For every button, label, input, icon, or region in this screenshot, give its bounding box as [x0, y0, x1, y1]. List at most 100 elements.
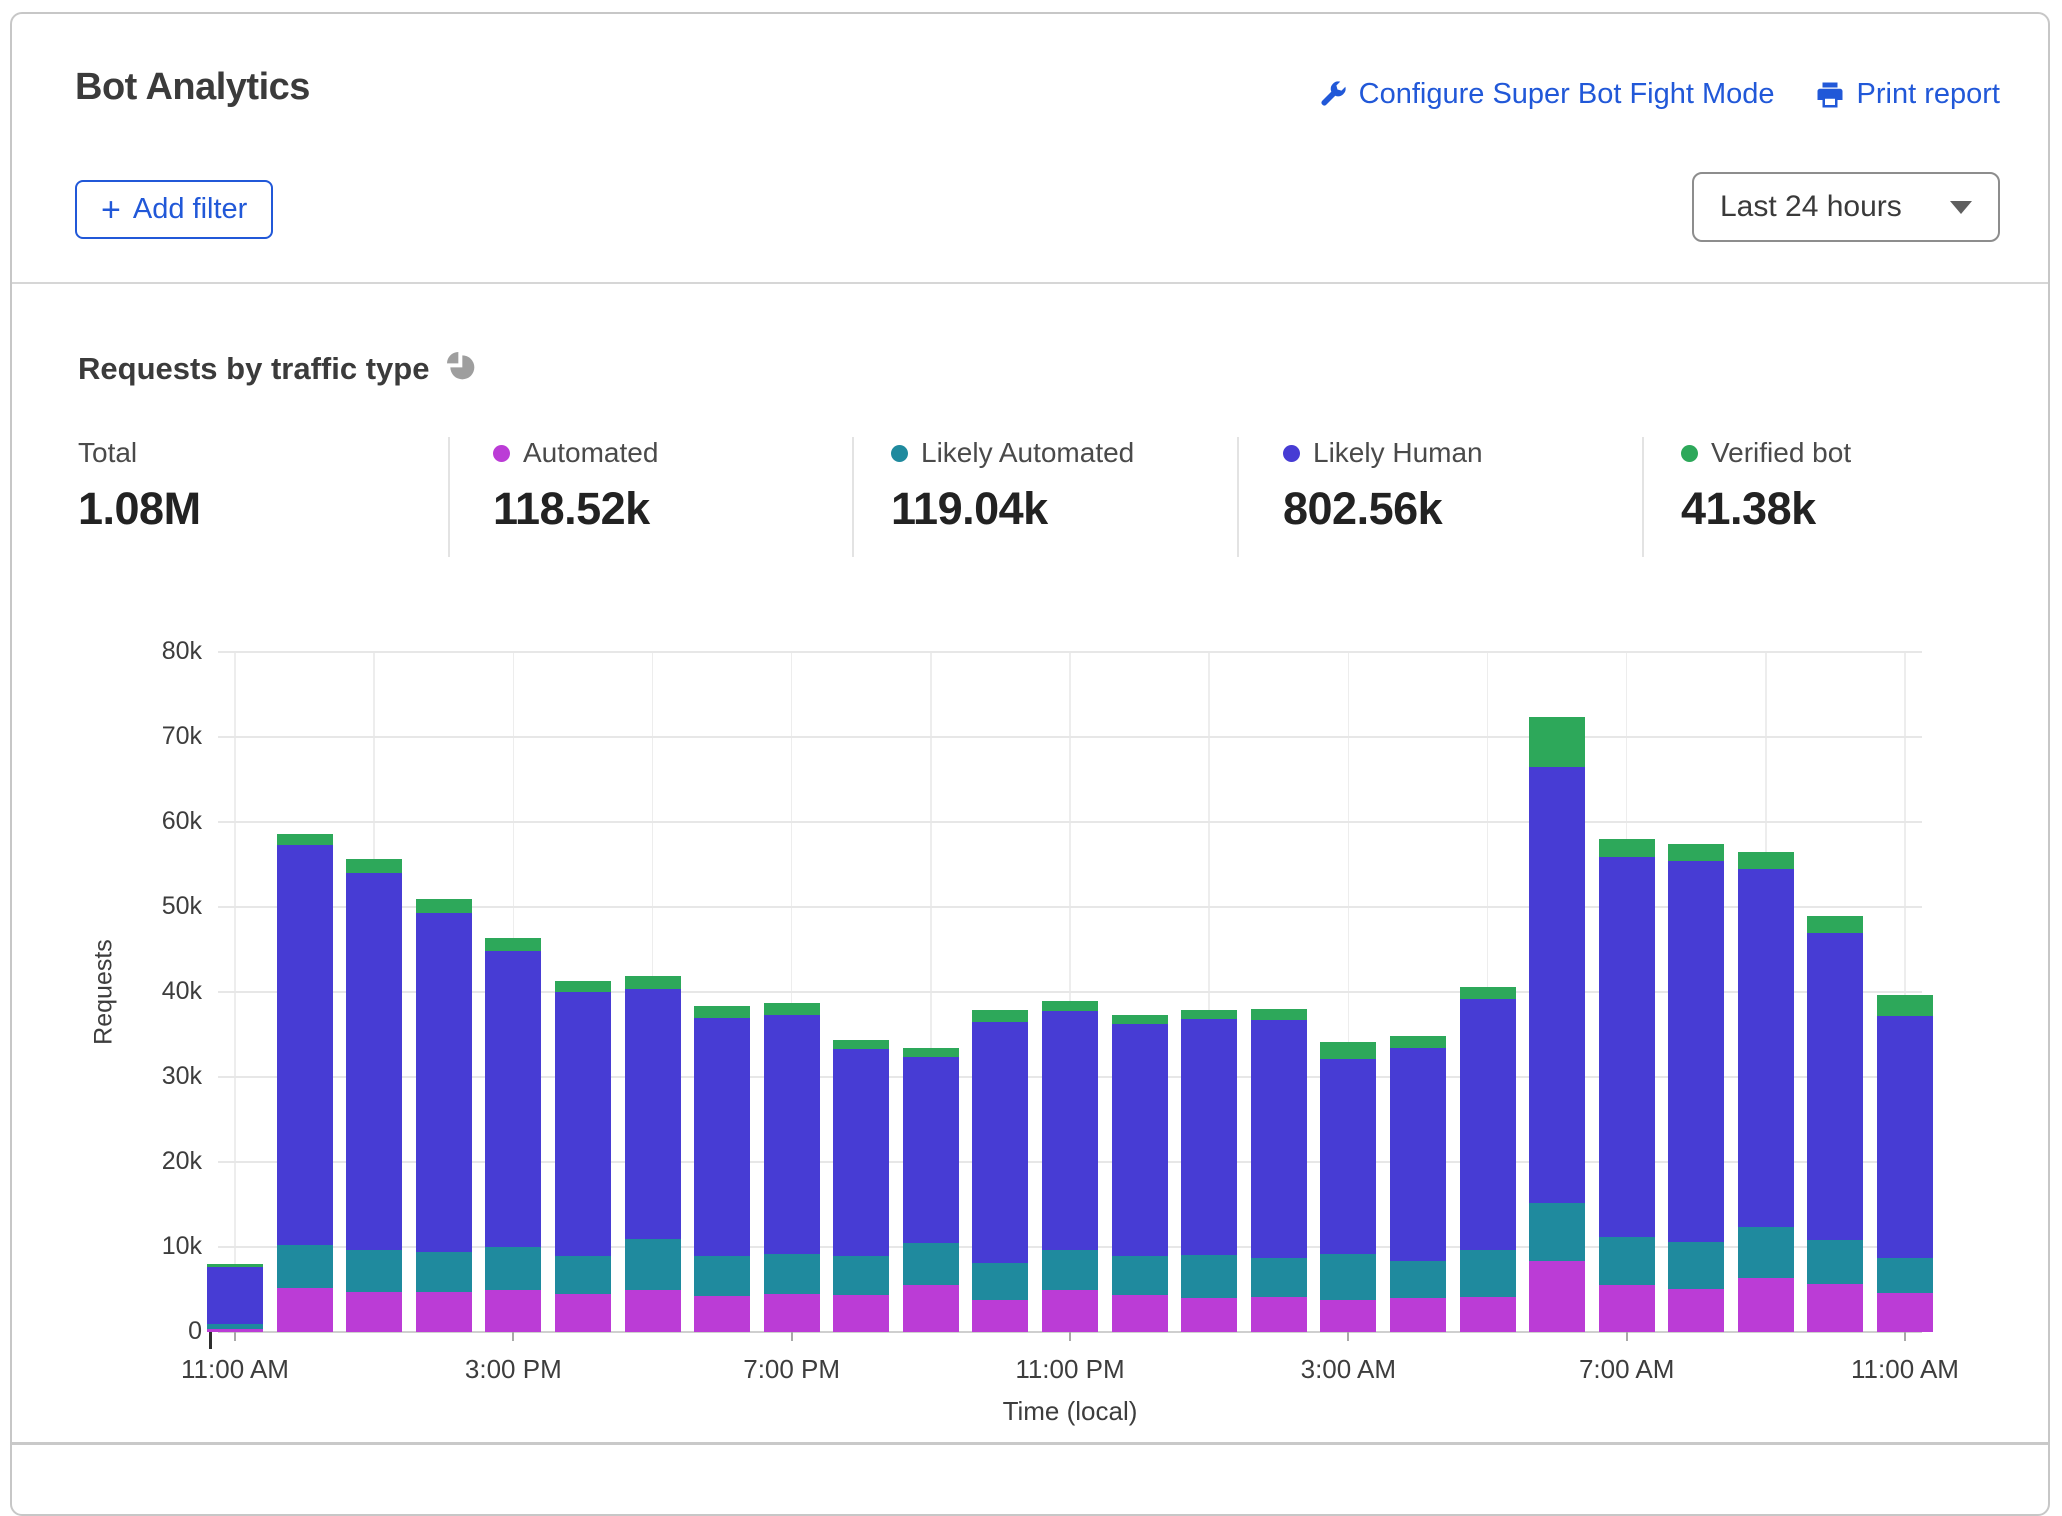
bar-segment-automated[interactable] — [415, 1292, 472, 1332]
bar-segment-likely-human[interactable] — [276, 844, 333, 1246]
bar-segment-automated[interactable] — [554, 1293, 611, 1332]
bar-segment-automated[interactable] — [1668, 1288, 1725, 1332]
bar-segment-verified-bot[interactable] — [763, 1003, 820, 1015]
bar-segment-verified-bot[interactable] — [1668, 844, 1725, 862]
bar-segment-verified-bot[interactable] — [1181, 1009, 1238, 1020]
bar-segment-automated[interactable] — [1320, 1299, 1377, 1332]
bar-segment-verified-bot[interactable] — [1877, 995, 1933, 1016]
bar-segment-verified-bot[interactable] — [1807, 915, 1864, 934]
bar-segment-likely-human[interactable] — [1181, 1019, 1238, 1255]
bar-segment-likely-automated[interactable] — [1181, 1254, 1238, 1298]
bar-segment-likely-automated[interactable] — [207, 1323, 263, 1329]
bar-segment-likely-automated[interactable] — [1389, 1261, 1446, 1298]
bar-segment-likely-automated[interactable] — [1250, 1258, 1307, 1298]
bar-segment-automated[interactable] — [1389, 1298, 1446, 1332]
bar-segment-likely-human[interactable] — [1459, 998, 1516, 1251]
bar-segment-likely-automated[interactable] — [972, 1263, 1029, 1300]
bar-segment-verified-bot[interactable] — [1250, 1009, 1307, 1021]
bar-segment-likely-human[interactable] — [1042, 1010, 1098, 1251]
stat-total[interactable]: Total 1.08M — [78, 437, 201, 535]
bar-segment-automated[interactable] — [276, 1287, 333, 1332]
bar-segment-likely-human[interactable] — [1737, 868, 1794, 1228]
bar-segment-likely-human[interactable] — [833, 1048, 890, 1256]
bar-segment-automated[interactable] — [1529, 1260, 1586, 1332]
bar-segment-likely-automated[interactable] — [1737, 1227, 1794, 1279]
bar-segment-automated[interactable] — [1737, 1278, 1794, 1332]
bar-segment-likely-human[interactable] — [972, 1021, 1029, 1264]
bar-segment-likely-automated[interactable] — [1111, 1256, 1168, 1295]
bar-segment-likely-human[interactable] — [763, 1014, 820, 1254]
bar-segment-verified-bot[interactable] — [1598, 839, 1655, 857]
bar-segment-likely-automated[interactable] — [346, 1249, 403, 1293]
bar-segment-automated[interactable] — [624, 1289, 681, 1332]
bar-segment-likely-automated[interactable] — [1320, 1253, 1377, 1300]
bar-segment-likely-human[interactable] — [485, 951, 542, 1247]
stat-likely-human[interactable]: Likely Human 802.56k — [1283, 437, 1483, 535]
bar-segment-automated[interactable] — [902, 1285, 959, 1332]
bar-segment-verified-bot[interactable] — [207, 1264, 263, 1267]
bar-segment-likely-human[interactable] — [1529, 766, 1586, 1203]
bar-segment-likely-human[interactable] — [1807, 933, 1864, 1241]
bar-segment-verified-bot[interactable] — [972, 1009, 1029, 1022]
bar-segment-likely-human[interactable] — [1877, 1015, 1933, 1259]
bar-segment-verified-bot[interactable] — [1320, 1042, 1377, 1060]
bar-segment-automated[interactable] — [1250, 1297, 1307, 1332]
bar-segment-likely-automated[interactable] — [485, 1247, 542, 1291]
bar-segment-likely-human[interactable] — [415, 912, 472, 1253]
bar-segment-likely-automated[interactable] — [1042, 1250, 1098, 1291]
bar-segment-likely-automated[interactable] — [1807, 1240, 1864, 1284]
bar-segment-verified-bot[interactable] — [554, 980, 611, 992]
bar-segment-likely-automated[interactable] — [833, 1255, 890, 1295]
bar-segment-likely-human[interactable] — [694, 1017, 751, 1256]
bar-segment-likely-automated[interactable] — [694, 1255, 751, 1297]
bar-segment-automated[interactable] — [694, 1296, 751, 1332]
stat-automated[interactable]: Automated 118.52k — [493, 437, 658, 535]
bar-segment-verified-bot[interactable] — [415, 898, 472, 913]
bar-segment-automated[interactable] — [485, 1290, 542, 1332]
bar-segment-likely-human[interactable] — [1320, 1059, 1377, 1254]
time-range-select[interactable]: Last 24 hours — [1692, 172, 2000, 242]
bar-segment-verified-bot[interactable] — [346, 859, 403, 873]
bar-segment-verified-bot[interactable] — [902, 1048, 959, 1057]
bar-segment-automated[interactable] — [1807, 1283, 1864, 1332]
bar-segment-verified-bot[interactable] — [833, 1039, 890, 1049]
bar-segment-automated[interactable] — [1459, 1297, 1516, 1332]
bar-segment-likely-human[interactable] — [902, 1056, 959, 1243]
stat-likely-automated[interactable]: Likely Automated 119.04k — [891, 437, 1134, 535]
bar-segment-verified-bot[interactable] — [1111, 1014, 1168, 1025]
bar-segment-verified-bot[interactable] — [1737, 851, 1794, 869]
configure-super-bot-fight-mode-link[interactable]: Configure Super Bot Fight Mode — [1317, 78, 1775, 111]
add-filter-button[interactable]: + Add filter — [75, 180, 274, 239]
stat-verified-bot[interactable]: Verified bot 41.38k — [1681, 437, 1851, 535]
bar-segment-likely-automated[interactable] — [554, 1256, 611, 1294]
bar-segment-likely-human[interactable] — [554, 992, 611, 1257]
bar-segment-verified-bot[interactable] — [485, 938, 542, 952]
bar-segment-automated[interactable] — [763, 1293, 820, 1332]
bar-segment-likely-automated[interactable] — [624, 1239, 681, 1290]
bar-segment-automated[interactable] — [1877, 1292, 1933, 1332]
bar-segment-verified-bot[interactable] — [624, 975, 681, 990]
bar-segment-automated[interactable] — [1042, 1290, 1098, 1332]
bar-segment-likely-human[interactable] — [1598, 856, 1655, 1237]
bar-segment-automated[interactable] — [833, 1294, 890, 1332]
bar-segment-verified-bot[interactable] — [1529, 716, 1586, 767]
bar-segment-automated[interactable] — [972, 1299, 1029, 1332]
bar-segment-likely-automated[interactable] — [902, 1242, 959, 1286]
bar-segment-verified-bot[interactable] — [1389, 1036, 1446, 1049]
bar-segment-likely-human[interactable] — [1389, 1048, 1446, 1262]
bar-segment-likely-human[interactable] — [346, 873, 403, 1250]
bar-segment-automated[interactable] — [346, 1292, 403, 1332]
bar-segment-verified-bot[interactable] — [1042, 1001, 1098, 1011]
bar-segment-automated[interactable] — [1111, 1294, 1168, 1332]
print-report-link[interactable]: Print report — [1815, 78, 2000, 111]
bar-segment-automated[interactable] — [1181, 1298, 1238, 1332]
bar-segment-likely-automated[interactable] — [1598, 1236, 1655, 1286]
bar-segment-likely-automated[interactable] — [1529, 1202, 1586, 1261]
bar-segment-likely-automated[interactable] — [763, 1253, 820, 1294]
bar-segment-likely-automated[interactable] — [1459, 1250, 1516, 1298]
bar-segment-likely-human[interactable] — [1111, 1024, 1168, 1257]
bar-segment-verified-bot[interactable] — [276, 833, 333, 845]
bar-segment-likely-human[interactable] — [1668, 861, 1725, 1242]
bar-segment-likely-automated[interactable] — [276, 1245, 333, 1288]
bar-segment-automated[interactable] — [1598, 1285, 1655, 1332]
